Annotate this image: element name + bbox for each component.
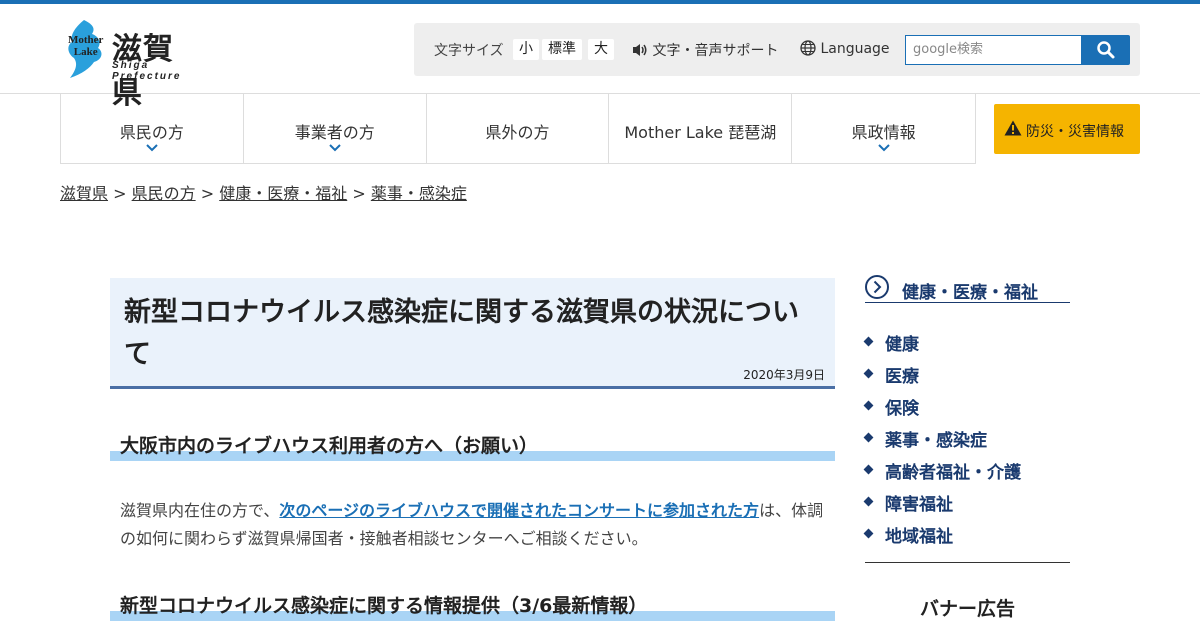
voice-support-link[interactable]: 文字・音声サポート (632, 40, 778, 60)
nav-item-visitors[interactable]: 県外の方 (427, 94, 610, 163)
page-title-box: 新型コロナウイルス感染症に関する滋賀県の状況について 2020年3月9日 (110, 278, 835, 389)
breadcrumb-link-pharma[interactable]: 薬事・感染症 (371, 184, 467, 203)
diamond-bullet-icon (863, 464, 874, 475)
chevron-down-icon (146, 144, 158, 152)
logo-subtitle: Shiga Prefecture (112, 60, 182, 82)
sidebar-item-disability[interactable]: 障害福祉 (863, 490, 1070, 522)
breadcrumb-link-residents[interactable]: 県民の方 (132, 184, 196, 203)
banner-ad-heading: バナー広告 (919, 598, 1015, 620)
sidebar-item-community[interactable]: 地域福祉 (863, 522, 1070, 554)
diamond-bullet-icon (863, 496, 874, 507)
diamond-bullet-icon (863, 336, 874, 347)
diamond-bullet-icon (863, 528, 874, 539)
sidebar-item-pharma[interactable]: 薬事・感染症 (863, 426, 1070, 458)
search-icon (1097, 41, 1115, 59)
chevron-down-icon (328, 144, 341, 152)
breadcrumb: 滋賀県 > 県民の方 > 健康・医療・福祉 > 薬事・感染症 (60, 180, 467, 204)
diamond-bullet-icon (863, 368, 874, 379)
section-paragraph: 滋賀県内在住の方で、次のページのライブハウスで開催されたコンサートに参加された方… (120, 501, 824, 548)
font-size-small-button[interactable]: 小 (513, 39, 539, 60)
chevron-right-circle-icon (865, 275, 889, 299)
diamond-bullet-icon (863, 400, 874, 411)
font-size-large-button[interactable]: 大 (588, 39, 614, 60)
nav-item-mother-lake[interactable]: Mother Lake 琵琶湖 (609, 94, 793, 163)
sidebar-item-medical[interactable]: 医療 (863, 362, 1070, 394)
breadcrumb-separator: > (113, 184, 127, 203)
speaker-icon (633, 44, 647, 56)
section-heading-livehouse: 大阪市内のライブハウス利用者の方へ（お願い） (110, 431, 835, 461)
sidebar-heading[interactable]: 健康・医療・福祉 (865, 275, 1070, 303)
global-nav: 県民の方 事業者の方 県外の方 Mother Lake 琵琶湖 県政情報 (60, 94, 976, 164)
breadcrumb-link-shiga[interactable]: 滋賀県 (60, 184, 108, 203)
sidebar-divider (865, 562, 1070, 563)
chevron-down-icon (877, 144, 890, 152)
disaster-info-button[interactable]: 防災・災害情報 (994, 104, 1140, 154)
header-tools: 文字サイズ 小 標準 大 文字・音声サポート Language google検索 (414, 23, 1140, 76)
site-header: Mother Lake 滋賀県 Shiga Prefecture 文字サイズ 小 … (0, 4, 1200, 111)
globe-icon (800, 40, 816, 56)
diamond-bullet-icon (863, 432, 874, 443)
nav-item-government[interactable]: 県政情報 (792, 94, 975, 163)
language-link[interactable]: Language (800, 40, 890, 57)
breadcrumb-separator: > (200, 184, 215, 203)
sidebar-item-elderly[interactable]: 高齢者福祉・介護 (863, 458, 1070, 490)
font-size-standard-button[interactable]: 標準 (542, 39, 582, 60)
sidebar-item-health[interactable]: 健康 (863, 330, 1070, 362)
font-size-label: 文字サイズ (434, 43, 504, 59)
page-title: 新型コロナウイルス感染症に関する滋賀県の状況について (124, 297, 799, 370)
concert-attendees-link[interactable]: 次のページのライブハウスで開催されたコンサートに参加された方 (279, 501, 759, 520)
breadcrumb-separator: > (352, 184, 366, 203)
search-button[interactable] (1082, 35, 1130, 65)
breadcrumb-link-health[interactable]: 健康・医療・福祉 (219, 184, 347, 203)
logo-mother-lake-text: Mother Lake (68, 34, 104, 58)
nav-item-business[interactable]: 事業者の方 (244, 94, 427, 163)
section-heading-info: 新型コロナウイルス感染症に関する情報提供（3/6最新情報） (110, 591, 835, 621)
warning-icon (1004, 120, 1022, 136)
search-input[interactable]: google検索 (905, 35, 1082, 65)
site-logo[interactable]: Mother Lake 滋賀県 Shiga Prefecture (62, 18, 202, 111)
publish-date: 2020年3月9日 (743, 368, 825, 382)
nav-item-residents[interactable]: 県民の方 (61, 94, 244, 163)
sidebar-item-insurance[interactable]: 保険 (863, 394, 1070, 426)
sidebar-list: 健康 医療 保険 薬事・感染症 高齢者福祉・介護 障害福祉 地域福祉 (863, 330, 1070, 554)
